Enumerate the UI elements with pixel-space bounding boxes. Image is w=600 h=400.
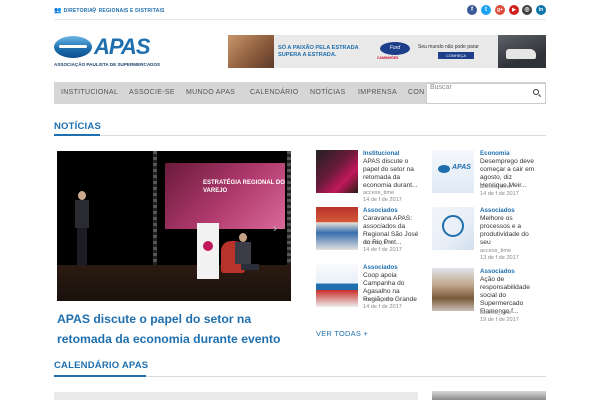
news-date: 14 de f de 2017 — [363, 247, 402, 253]
news-thumb[interactable] — [432, 268, 474, 311]
news-thumb[interactable]: APAS — [432, 150, 474, 193]
search-input[interactable]: Buscar — [426, 83, 546, 104]
nav-item-noticias[interactable]: NOTÍCIAS — [310, 89, 345, 96]
banner-photo — [228, 35, 274, 68]
people-icon: 👥 — [54, 8, 62, 14]
banner-slogan: SÓ A PAIXÃO PELA ESTRADA SUPERA A ESTRAD… — [278, 45, 359, 58]
seated-figure — [235, 233, 259, 277]
banner-tagline: Seu mundo não pode parar — [418, 44, 479, 50]
news-category[interactable]: Associados — [363, 264, 398, 271]
news-author: access_time — [363, 297, 395, 303]
noticias-heading: NOTÍCIAS — [54, 121, 101, 132]
news-author: access_time — [480, 310, 512, 316]
thumb-logo-word: APAS — [452, 164, 471, 171]
facebook-icon[interactable]: f — [467, 5, 477, 15]
news-date: 19 de f de 2017 — [480, 317, 519, 323]
news-date: 14 de f de 2017 — [363, 304, 402, 310]
stage-screen-text: ESTRATÉGIA REGIONAL DO VAREJO — [203, 180, 285, 194]
googleplus-icon[interactable]: g+ — [495, 5, 505, 15]
twitter-icon[interactable]: t — [481, 5, 491, 15]
news-category[interactable]: Economia — [480, 150, 510, 157]
news-author: access_time — [480, 184, 512, 190]
ford-logo: Ford — [380, 42, 410, 55]
top-link-regionais[interactable]: ⚲ REGIONAIS E DISTRITAIS — [92, 7, 165, 14]
news-date: 14 de f de 2017 — [363, 197, 402, 203]
nav-item-mundo-apas[interactable]: MUNDO APAS — [186, 89, 235, 96]
page: 👥 DIRETORIA ⚲ REGIONAIS E DISTRITAIS f t g… — [0, 0, 600, 400]
logo-mark-icon — [438, 165, 450, 173]
stage-screen — [165, 163, 285, 229]
news-title[interactable]: APAS discute o papel do setor na retomad… — [363, 158, 421, 190]
news-category[interactable]: Institucional — [363, 150, 399, 157]
search-placeholder: Buscar — [430, 84, 452, 91]
logo-word: APAS — [94, 34, 150, 59]
calendario-underline — [54, 375, 146, 377]
news-date: 14 de f de 2017 — [480, 191, 519, 197]
top-link-diretoria[interactable]: 👥 DIRETORIA — [54, 7, 93, 14]
news-category[interactable]: Associados — [363, 207, 398, 214]
news-thumb[interactable] — [316, 150, 358, 193]
news-thumb[interactable] — [432, 207, 474, 250]
calendar-panel — [54, 392, 418, 400]
nav-item-imprensa[interactable]: IMPRENSA — [358, 89, 397, 96]
chevron-right-icon[interactable]: › — [273, 221, 277, 235]
top-link-label: DIRETORIA — [63, 8, 93, 14]
stage-floor — [57, 265, 291, 301]
ver-todas-link[interactable]: VER TODAS + — [316, 329, 368, 338]
news-title[interactable]: Melhore os processos e a produtividade d… — [480, 215, 538, 247]
news-thumb[interactable] — [316, 207, 358, 250]
hero-image[interactable]: ESTRATÉGIA REGIONAL DO VAREJO › — [57, 151, 291, 301]
nav-item-contato[interactable]: CON — [408, 89, 424, 96]
banner-truck-image — [498, 35, 546, 68]
top-divider — [54, 19, 546, 20]
logo-mark-icon — [54, 36, 92, 58]
apas-logo[interactable]: APAS ASSOCIAÇÃO PAULISTA DE SUPERMERCADO… — [54, 34, 160, 70]
pin-icon: ⚲ — [92, 8, 97, 14]
noticias-divider — [54, 135, 546, 136]
news-category[interactable]: Associados — [480, 268, 515, 275]
instagram-icon[interactable]: ◎ — [522, 5, 532, 15]
linkedin-icon[interactable]: in — [536, 5, 546, 15]
top-bar: 👥 DIRETORIA ⚲ REGIONAIS E DISTRITAIS f t g… — [0, 0, 600, 20]
news-author: access_time — [363, 190, 395, 196]
podium — [197, 223, 219, 279]
ford-banner-ad[interactable]: SÓ A PAIXÃO PELA ESTRADA SUPERA A ESTRAD… — [228, 35, 546, 68]
news-category[interactable]: Associados — [480, 207, 515, 214]
logo-subtitle: ASSOCIAÇÃO PAULISTA DE SUPERMERCADOS — [54, 62, 161, 67]
banner-brand: CAMINHÕES — [377, 56, 399, 60]
news-thumb[interactable] — [316, 264, 358, 307]
news-date: 13 de f de 2017 — [480, 255, 519, 261]
news-author: access_time — [480, 248, 512, 254]
search-icon[interactable] — [533, 89, 539, 95]
hero-title[interactable]: APAS discute o papel do setor na retomad… — [57, 309, 301, 343]
top-link-label: REGIONAIS E DISTRITAIS — [98, 8, 165, 14]
nav-item-calendario[interactable]: CALENDÁRIO — [250, 89, 299, 96]
nav-item-associe-se[interactable]: ASSOCIE-SE — [129, 89, 175, 96]
thumb-circle-graphic — [442, 215, 464, 237]
news-author: access_time — [363, 240, 395, 246]
youtube-icon[interactable]: ▶ — [509, 5, 519, 15]
speaker-figure — [75, 191, 89, 267]
nav-item-institucional[interactable]: INSTITUCIONAL — [61, 89, 118, 96]
calendario-heading: CALENDÁRIO APAS — [54, 360, 149, 371]
banner-cta-button[interactable]: CONHEÇA — [438, 52, 474, 59]
noticias-underline — [54, 134, 100, 136]
calendar-thumb[interactable] — [432, 391, 546, 400]
